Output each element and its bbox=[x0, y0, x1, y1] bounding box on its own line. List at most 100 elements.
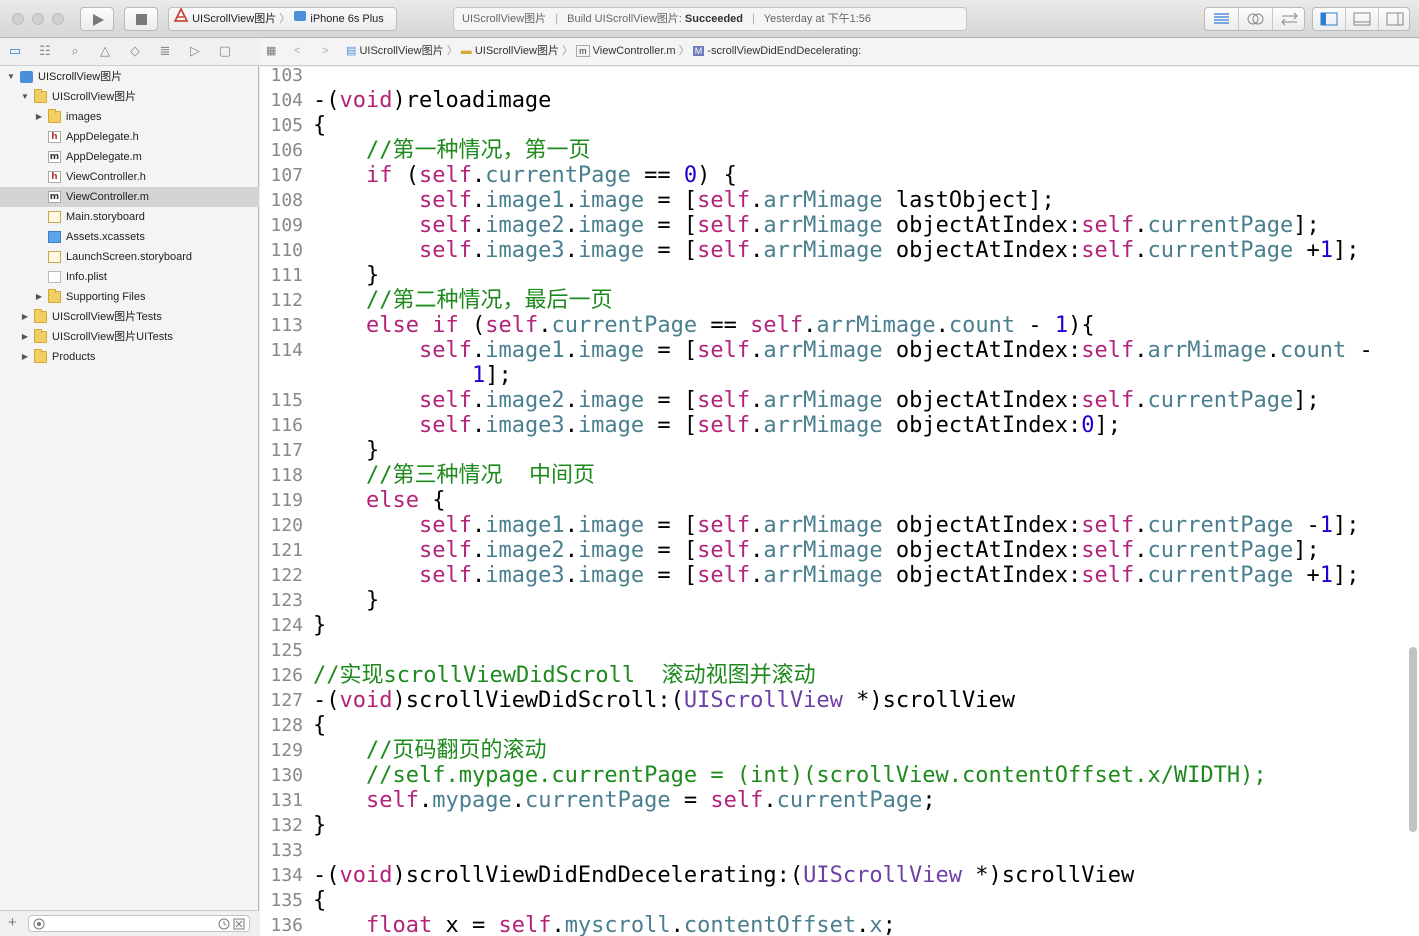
code-token: image bbox=[577, 413, 645, 438]
code-token: self bbox=[697, 413, 751, 438]
code-token: 1 bbox=[1319, 563, 1333, 588]
jump-bar: ▦ < > ▤ UIScrollView图片 〉 ▬ UIScrollView图… bbox=[260, 38, 1419, 66]
source-editor[interactable]: 103 104 105 106 107 108 109 110 111 112 113 114 115 1… bbox=[260, 67, 1419, 936]
disclosure-closed-icon[interactable]: ▶ bbox=[34, 107, 44, 127]
filter-field[interactable] bbox=[28, 915, 250, 932]
disclosure-closed-icon[interactable]: ▶ bbox=[34, 287, 44, 307]
run-button[interactable] bbox=[80, 7, 114, 31]
code-token: self bbox=[1081, 538, 1135, 563]
code-token: } bbox=[313, 813, 327, 838]
breadcrumb: ▤ UIScrollView图片 〉 ▬ UIScrollView图片 〉 m … bbox=[346, 45, 862, 57]
code-token: image3 bbox=[485, 563, 565, 588]
disclosure-closed-icon[interactable]: ▶ bbox=[20, 307, 30, 327]
navigator-selector-bar: ▭ ☷ ⌕ △ ◇ ≣ ▷ ▢ bbox=[0, 38, 259, 66]
toggle-debug-area-button[interactable] bbox=[1346, 8, 1379, 30]
debug-list-icon[interactable]: ≣ bbox=[150, 44, 180, 59]
folder-icon[interactable]: ▭ bbox=[0, 44, 30, 59]
toggle-navigator-button[interactable] bbox=[1313, 8, 1346, 30]
code-token: else bbox=[365, 313, 419, 338]
tree-row[interactable]: LaunchScreen.storyboard bbox=[0, 247, 259, 267]
symbol-navigator-icon[interactable]: ☷ bbox=[30, 44, 60, 59]
tree-row[interactable]: Info.plist bbox=[0, 267, 259, 287]
code-line: } bbox=[313, 588, 379, 613]
code-token: } bbox=[313, 438, 380, 463]
forward-arrow-icon[interactable]: > bbox=[322, 38, 328, 65]
version-editor-button[interactable] bbox=[1273, 8, 1306, 30]
breadcrumb-file[interactable]: ViewController.m bbox=[593, 45, 676, 57]
tree-row[interactable]: ▼ UIScrollView图片 bbox=[0, 67, 259, 87]
code-token: currentPage bbox=[485, 163, 631, 188]
minimize-window-button[interactable] bbox=[32, 13, 44, 25]
code-token: . bbox=[471, 338, 486, 363]
breadcrumb-project[interactable]: UIScrollView图片 bbox=[359, 45, 443, 57]
tree-row[interactable]: h ViewController.h bbox=[0, 167, 259, 187]
code-token: objectAtIndex: bbox=[882, 388, 1082, 413]
tree-row[interactable]: m AppDelegate.m bbox=[0, 147, 259, 167]
assistant-editor-button[interactable] bbox=[1239, 8, 1273, 30]
code-token: . bbox=[750, 238, 764, 263]
method-icon: M bbox=[692, 46, 705, 56]
line-number: 119 bbox=[270, 490, 303, 511]
tree-row[interactable]: Assets.xcassets bbox=[0, 227, 259, 247]
tree-row[interactable]: ▶ images bbox=[0, 107, 259, 127]
code-token: ]; bbox=[1332, 513, 1360, 538]
breakpoint-icon[interactable]: ▷ bbox=[180, 44, 210, 59]
tree-row[interactable]: ▼ UIScrollView图片 bbox=[0, 87, 259, 107]
stop-icon bbox=[136, 14, 147, 25]
tree-row[interactable]: ▶ Products bbox=[0, 347, 259, 367]
back-arrow-icon[interactable]: < bbox=[294, 38, 300, 65]
code-token: )scrollViewDidEndDecelerating:( bbox=[392, 863, 804, 888]
code-token: . bbox=[1134, 338, 1148, 363]
code-token: arrMimage bbox=[1147, 338, 1267, 363]
code-line: { bbox=[313, 713, 326, 738]
warning-icon[interactable]: △ bbox=[90, 44, 120, 59]
tree-row[interactable]: Main.storyboard bbox=[0, 207, 259, 227]
scheme-selector[interactable]: UIScrollView图片 〉 iPhone 6s Plus bbox=[168, 7, 397, 31]
code-token: self bbox=[1081, 513, 1135, 538]
code-token: currentPage bbox=[1147, 388, 1294, 413]
tree-row[interactable]: h AppDelegate.h bbox=[0, 127, 259, 147]
code-token: - bbox=[1346, 338, 1373, 363]
report-icon[interactable]: ▢ bbox=[210, 44, 240, 59]
code-token: image2 bbox=[485, 213, 565, 238]
storyboard-icon bbox=[48, 211, 61, 223]
code-token: == bbox=[697, 313, 751, 338]
breadcrumb-group[interactable]: UIScrollView图片 bbox=[475, 45, 559, 57]
search-icon[interactable]: ⌕ bbox=[60, 44, 90, 59]
stop-button[interactable] bbox=[124, 7, 158, 31]
code-token: objectAtIndex: bbox=[882, 413, 1082, 438]
zoom-window-button[interactable] bbox=[52, 13, 64, 25]
code-token: //页码翻页的滚动 bbox=[313, 738, 547, 763]
code-token: 1 bbox=[1319, 238, 1333, 263]
tree-row[interactable]: m ViewController.m bbox=[0, 187, 259, 207]
tree-row-label: Assets.xcassets bbox=[66, 231, 145, 243]
storyboard-icon bbox=[48, 251, 61, 263]
code-token: . bbox=[1134, 513, 1148, 538]
test-diamond-icon[interactable]: ◇ bbox=[120, 44, 150, 59]
tree-row[interactable]: ▶ UIScrollView图片UITests bbox=[0, 327, 259, 347]
tree-row-label: ViewController.m bbox=[66, 191, 149, 203]
disclosure-open-icon[interactable]: ▼ bbox=[6, 67, 16, 87]
breadcrumb-method[interactable]: -scrollViewDidEndDecelerating: bbox=[707, 45, 861, 57]
code-line: self.image1.image = [self.arrMimage last… bbox=[313, 188, 1055, 213]
related-items-icon[interactable]: ▦ bbox=[266, 38, 276, 65]
toggle-utilities-button[interactable] bbox=[1379, 8, 1411, 30]
tree-row-label: LaunchScreen.storyboard bbox=[66, 251, 192, 263]
close-window-button[interactable] bbox=[12, 13, 24, 25]
disclosure-closed-icon[interactable]: ▶ bbox=[20, 347, 30, 367]
standard-editor-button[interactable] bbox=[1205, 8, 1239, 30]
add-file-icon[interactable]: + bbox=[8, 914, 17, 931]
line-number: 133 bbox=[270, 840, 303, 861]
vertical-scrollbar[interactable] bbox=[1409, 647, 1417, 832]
disclosure-closed-icon[interactable]: ▶ bbox=[20, 327, 30, 347]
code-token: . bbox=[564, 413, 578, 438]
tree-row[interactable]: ▶ Supporting Files bbox=[0, 287, 259, 307]
recent-files-icon[interactable] bbox=[217, 917, 247, 931]
disclosure-open-icon[interactable]: ▼ bbox=[20, 87, 30, 107]
code-token: self bbox=[418, 538, 472, 563]
tree-row[interactable]: ▶ UIScrollView图片Tests bbox=[0, 307, 259, 327]
